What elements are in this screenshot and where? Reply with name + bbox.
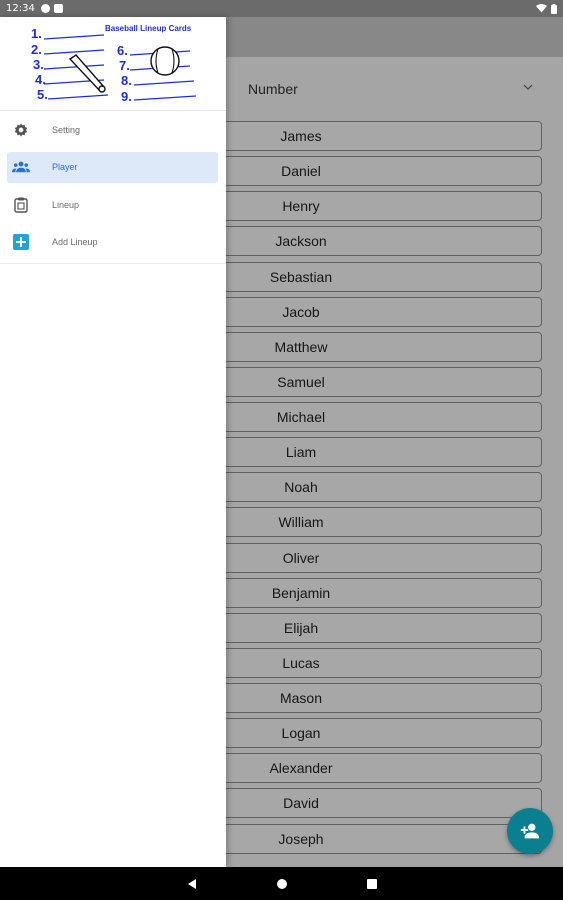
wifi-icon (536, 4, 547, 13)
logo-number: 4. (35, 72, 46, 87)
drawer-item-player[interactable]: Player (0, 149, 226, 187)
g-icon (40, 4, 50, 13)
sim-icon (53, 4, 63, 13)
status-bar: 12:34 (0, 0, 563, 17)
logo-number: 1. (31, 26, 42, 41)
drawer-item-add-lineup[interactable]: Add Lineup (0, 224, 226, 262)
drawer-item-label: Add Lineup (52, 237, 98, 248)
logo-number: 5. (37, 87, 48, 102)
home-icon[interactable] (274, 876, 290, 892)
recents-icon[interactable] (364, 876, 380, 892)
drawer-item-setting[interactable]: Setting (0, 111, 226, 149)
navigation-drawer: Baseball Lineup Cards 1. 2. 3. 4. 5. 6. (0, 17, 226, 867)
system-nav-bar (0, 867, 563, 900)
logo-number: 3. (33, 57, 44, 72)
add-box-icon (12, 233, 30, 251)
drawer-item-label: Player (52, 162, 78, 173)
clipboard-icon (12, 196, 30, 214)
drawer-header: Baseball Lineup Cards 1. 2. 3. 4. 5. 6. (0, 17, 226, 111)
status-time: 12:34 (6, 3, 35, 14)
drawer-item-lineup[interactable]: Lineup (0, 186, 226, 224)
drawer-item-label: Setting (52, 124, 81, 135)
logo-number: 2. (31, 42, 42, 57)
logo-number: 8. (121, 73, 132, 88)
drawer-item-label: Lineup (52, 199, 80, 210)
drawer-menu: Setting Player Lineup Add Lineup (0, 111, 226, 264)
drawer-divider (0, 263, 226, 264)
logo-number: 6. (117, 43, 128, 58)
add-person-icon (520, 823, 540, 839)
bat-icon (68, 54, 106, 93)
people-icon (12, 158, 30, 176)
logo-title: Baseball Lineup Cards (105, 24, 192, 33)
add-player-button[interactable] (507, 808, 553, 854)
logo-number: 9. (121, 89, 132, 104)
back-icon[interactable] (184, 876, 200, 892)
logo-number: 7. (119, 58, 130, 73)
baseball-icon (150, 46, 180, 76)
battery-icon (551, 3, 557, 14)
app-logo: Baseball Lineup Cards 1. 2. 3. 4. 5. 6. (31, 24, 197, 104)
gear-icon (12, 121, 30, 139)
